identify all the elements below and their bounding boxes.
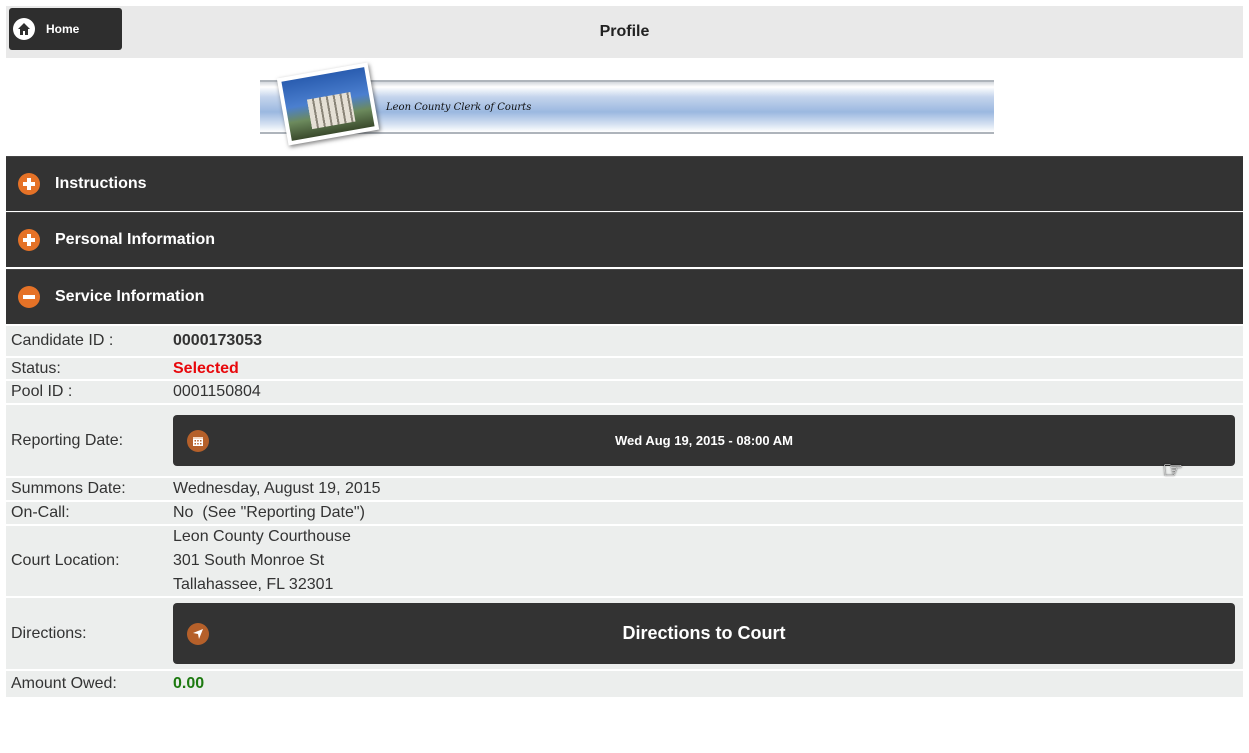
row-amount-owed: Amount Owed: 0.00: [6, 671, 1243, 699]
court-location-line: Leon County Courthouse: [173, 528, 351, 545]
minus-icon: [18, 286, 40, 308]
status-label: Status:: [11, 359, 61, 377]
banner-text: Leon County Clerk of Courts: [386, 102, 532, 113]
court-location-line: Tallahassee, FL 32301: [173, 576, 334, 593]
accordion-label: Service Information: [55, 288, 205, 305]
navigation-arrow-icon: [187, 622, 209, 645]
home-button[interactable]: Home: [9, 8, 122, 50]
candidate-id-value: 0000173053: [173, 332, 262, 349]
home-icon: [13, 18, 35, 40]
top-toolbar: Home Profile: [6, 6, 1243, 58]
reporting-date-button[interactable]: Wed Aug 19, 2015 - 08:00 AM: [173, 415, 1235, 466]
directions-button-label: Directions to Court: [622, 623, 786, 643]
hand-cursor-icon: ☞: [1162, 457, 1184, 484]
plus-icon: [18, 229, 40, 251]
row-court-location: Court Location: Leon County Courthouse 3…: [6, 526, 1243, 598]
row-summons-date: Summons Date: Wednesday, August 19, 2015: [6, 478, 1243, 502]
accordion-personal-information[interactable]: Personal Information: [6, 212, 1243, 267]
court-location-label: Court Location:: [11, 552, 120, 569]
court-location-line: 301 South Monroe St: [173, 552, 325, 569]
pool-id-value: 0001150804: [173, 383, 261, 400]
calendar-icon: [187, 429, 209, 452]
on-call-label: On-Call:: [11, 504, 70, 521]
row-status: Status: Selected: [6, 358, 1243, 381]
summons-date-value: Wednesday, August 19, 2015: [173, 480, 381, 497]
row-pool-id: Pool ID : 0001150804: [6, 381, 1243, 405]
directions-cell: Directions to Court: [173, 603, 1243, 664]
accordion-instructions[interactable]: Instructions: [6, 156, 1243, 211]
row-reporting-date: Reporting Date: Wed Aug 19, 2015 - 08:00…: [6, 405, 1243, 478]
clerk-banner: Leon County Clerk of Courts: [260, 62, 994, 152]
directions-button[interactable]: Directions to Court: [173, 603, 1235, 664]
court-location-value: Leon County Courthouse 301 South Monroe …: [173, 525, 1243, 597]
page-title: Profile: [599, 23, 650, 40]
pool-id-label: Pool ID :: [11, 383, 73, 400]
amount-owed-value: 0.00: [173, 675, 205, 692]
accordion-label: Instructions: [55, 175, 147, 192]
row-candidate-id: Candidate ID : 0000173053: [6, 326, 1243, 358]
directions-label: Directions:: [11, 624, 87, 642]
reporting-date-value: Wed Aug 19, 2015 - 08:00 AM: [615, 433, 793, 448]
on-call-value: No (See "Reporting Date"): [173, 504, 365, 521]
amount-owed-label: Amount Owed:: [11, 675, 117, 692]
reporting-date-cell: Wed Aug 19, 2015 - 08:00 AM: [173, 415, 1243, 466]
summons-date-label: Summons Date:: [11, 480, 126, 497]
accordion-service-information[interactable]: Service Information: [6, 269, 1243, 324]
home-button-label: Home: [46, 22, 80, 36]
row-on-call: On-Call: No (See "Reporting Date"): [6, 502, 1243, 526]
status-value: Selected: [173, 359, 239, 377]
candidate-id-label: Candidate ID :: [11, 332, 114, 349]
row-directions: Directions: Directions to Court: [6, 598, 1243, 671]
service-info-table: Candidate ID : 0000173053 Status: Select…: [6, 326, 1243, 699]
plus-icon: [18, 173, 40, 195]
reporting-date-label: Reporting Date:: [11, 431, 124, 449]
accordion-label: Personal Information: [55, 231, 216, 248]
